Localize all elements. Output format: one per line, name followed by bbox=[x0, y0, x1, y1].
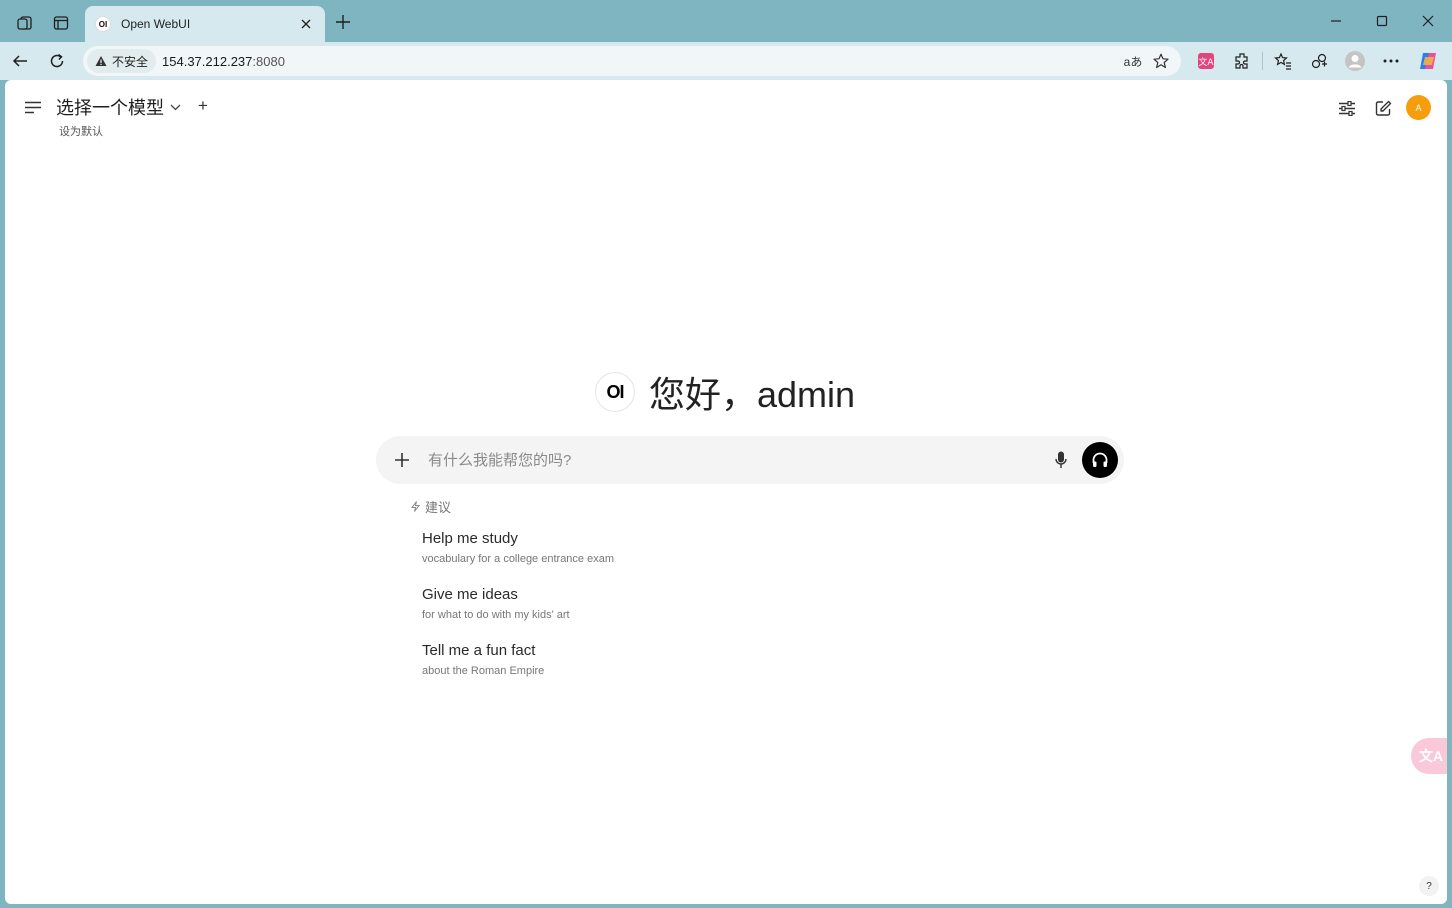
lightning-icon bbox=[411, 501, 420, 512]
suggestion-item[interactable]: Tell me a fun fact about the Roman Empir… bbox=[422, 641, 722, 697]
suggestion-subtitle: about the Roman Empire bbox=[422, 665, 545, 677]
extensions-icon[interactable] bbox=[1227, 47, 1257, 75]
minimize-icon[interactable] bbox=[1313, 6, 1359, 36]
collections-icon[interactable] bbox=[1304, 47, 1334, 75]
new-tab-icon[interactable] bbox=[331, 10, 355, 34]
maximize-icon[interactable] bbox=[1359, 6, 1405, 36]
sidebar-toggle-icon[interactable] bbox=[21, 96, 45, 118]
suggestion-item[interactable]: Give me ideas for what to do with my kid… bbox=[422, 585, 722, 641]
webui-page: 选择一个模型 + 设为默认 A OI 您好，admin 建议 Help me s… bbox=[5, 80, 1447, 904]
headphones-icon bbox=[1092, 452, 1108, 467]
workspaces-icon[interactable] bbox=[11, 9, 39, 37]
more-options-icon[interactable] bbox=[1376, 47, 1406, 75]
help-button[interactable]: ? bbox=[1419, 876, 1439, 896]
suggestion-title: Give me ideas bbox=[422, 586, 518, 603]
add-model-button[interactable]: + bbox=[193, 95, 213, 117]
close-tab-icon[interactable] bbox=[297, 15, 315, 33]
svg-text:文A: 文A bbox=[1198, 56, 1214, 68]
browser-titlebar: OI Open WebUI bbox=[0, 0, 1452, 42]
tab-title: Open WebUI bbox=[121, 17, 191, 31]
copilot-icon[interactable] bbox=[1413, 47, 1443, 75]
url-host: 154.37.212.237 bbox=[162, 53, 253, 69]
floating-translate-button[interactable]: 文A bbox=[1411, 738, 1447, 774]
favorites-icon[interactable] bbox=[1268, 47, 1298, 75]
tab-actions-icon[interactable] bbox=[47, 9, 75, 37]
url-port: :8080 bbox=[252, 53, 285, 69]
suggestion-subtitle: for what to do with my kids' art bbox=[422, 609, 570, 621]
set-default-link[interactable]: 设为默认 bbox=[59, 123, 103, 139]
translate-extension-icon[interactable]: 文A bbox=[1191, 47, 1221, 75]
model-select-label: 选择一个模型 bbox=[56, 98, 164, 118]
close-window-icon[interactable] bbox=[1405, 6, 1451, 36]
suggestions-header: 建议 bbox=[410, 497, 451, 516]
browser-tab-active[interactable]: OI Open WebUI bbox=[85, 6, 325, 42]
greeting: OI 您好，admin bbox=[595, 366, 855, 418]
read-aloud-icon[interactable]: aあ bbox=[1119, 49, 1147, 73]
profile-icon[interactable] bbox=[1340, 47, 1370, 75]
microphone-icon[interactable] bbox=[1046, 445, 1076, 475]
reload-icon[interactable] bbox=[43, 47, 71, 75]
back-icon[interactable] bbox=[6, 47, 34, 75]
address-bar[interactable]: 不安全 154.37.212.237:8080 aあ bbox=[83, 46, 1181, 76]
suggestion-subtitle: vocabulary for a college entrance exam bbox=[422, 553, 614, 565]
url-text[interactable]: 154.37.212.237:8080 bbox=[162, 54, 1119, 69]
user-avatar[interactable]: A bbox=[1406, 95, 1431, 120]
suggestion-title: Tell me a fun fact bbox=[422, 642, 536, 659]
security-label: 不安全 bbox=[112, 54, 149, 69]
suggestions-list: Help me study vocabulary for a college e… bbox=[422, 529, 722, 697]
warning-icon bbox=[95, 56, 107, 66]
browser-toolbar: 不安全 154.37.212.237:8080 aあ 文A bbox=[0, 42, 1452, 80]
message-input[interactable] bbox=[428, 451, 1046, 469]
suggestion-title: Help me study bbox=[422, 530, 518, 547]
openwebui-logo: OI bbox=[595, 372, 635, 412]
message-composer bbox=[376, 436, 1124, 484]
toolbar-divider bbox=[1262, 52, 1263, 70]
voice-mode-button[interactable] bbox=[1082, 442, 1118, 478]
tab-favicon-icon: OI bbox=[95, 16, 111, 32]
controls-sliders-icon[interactable] bbox=[1333, 94, 1361, 122]
not-secure-badge[interactable]: 不安全 bbox=[87, 49, 157, 73]
favorite-star-icon[interactable] bbox=[1147, 49, 1175, 73]
new-chat-icon[interactable] bbox=[1369, 94, 1397, 122]
chevron-down-icon bbox=[170, 104, 181, 110]
attach-plus-icon[interactable] bbox=[384, 442, 420, 478]
greeting-text: 您好，admin bbox=[649, 374, 856, 415]
suggestion-item[interactable]: Help me study vocabulary for a college e… bbox=[422, 529, 722, 585]
model-selector[interactable]: 选择一个模型 bbox=[56, 94, 181, 120]
suggestions-title: 建议 bbox=[425, 500, 452, 515]
